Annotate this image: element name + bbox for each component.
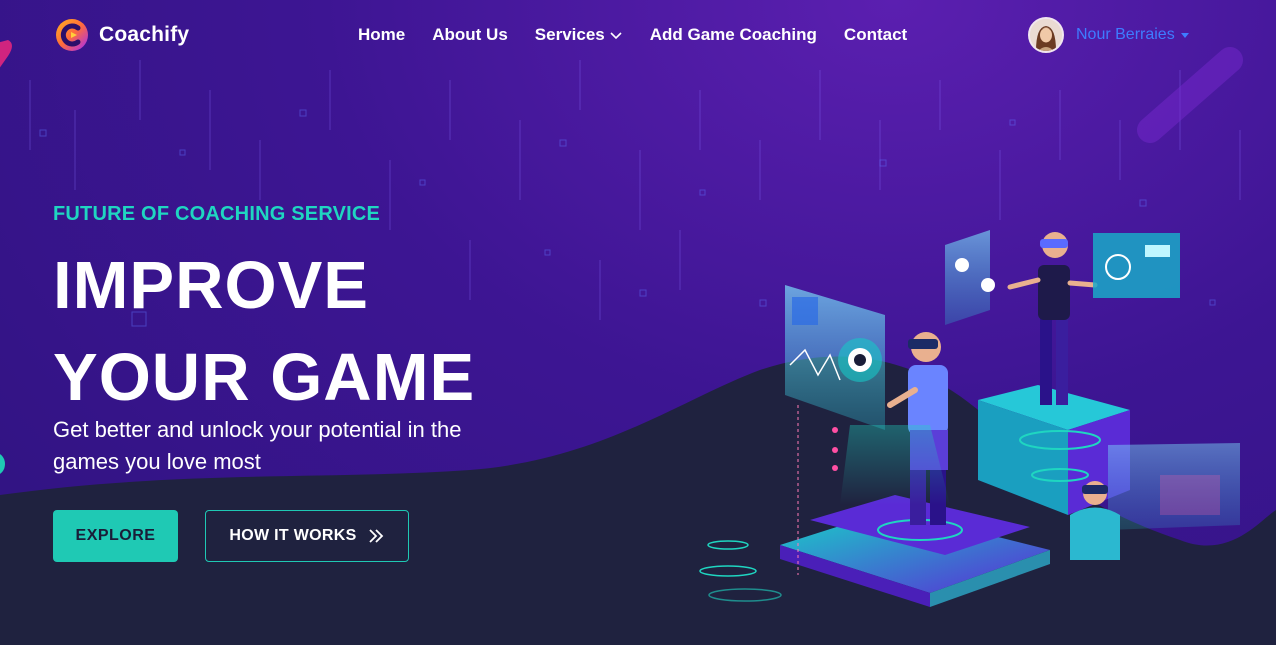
person-avatar-icon: [1030, 19, 1062, 51]
how-it-works-label: HOW IT WORKS: [229, 527, 357, 544]
vr-gaming-illustration: [699, 230, 1240, 607]
chevron-down-icon: [610, 32, 622, 40]
nav-about-label: About Us: [432, 25, 508, 44]
caret-down-icon: [1180, 32, 1189, 38]
hero-title-line-2: YOUR GAME: [53, 340, 476, 415]
nav-add-coaching-label: Add Game Coaching: [649, 25, 817, 44]
brand-name: Coachify: [99, 23, 190, 46]
decorative-teal-shape: [0, 454, 5, 474]
nav-add-game-coaching[interactable]: Add Game Coaching: [650, 25, 817, 45]
hero-subtitle: Get better and unlock your potential in …: [53, 417, 462, 474]
avatar[interactable]: [1028, 17, 1064, 53]
explore-button[interactable]: EXPLORE: [53, 510, 178, 562]
user-name[interactable]: Nour Berraies: [1076, 26, 1175, 44]
how-it-works-button[interactable]: HOW IT WORKS: [205, 510, 409, 562]
c-logo-icon: [56, 19, 88, 51]
nav-services-label: Services: [534, 25, 605, 44]
hero-title-line-1: IMPROVE: [53, 248, 369, 323]
navbar: Coachify Home About Us Services Add Game…: [0, 0, 1276, 70]
brand-logo[interactable]: Coachify: [55, 18, 189, 52]
main-menu: Home About Us Services Add Game Coaching…: [358, 25, 907, 45]
nav-about-us[interactable]: About Us: [432, 25, 508, 45]
hero-eyebrow: FUTURE OF COACHING SERVICE: [53, 203, 381, 225]
nav-home[interactable]: Home: [358, 25, 405, 45]
user-menu[interactable]: Nour Berraies: [1028, 17, 1189, 53]
nav-services[interactable]: Services: [535, 25, 623, 45]
nav-contact-label: Contact: [843, 25, 908, 44]
nav-home-label: Home: [358, 25, 406, 44]
nav-contact[interactable]: Contact: [844, 25, 907, 45]
double-chevron-right-icon: [368, 529, 383, 543]
hero-title: IMPROVE YOUR GAME: [53, 240, 475, 424]
